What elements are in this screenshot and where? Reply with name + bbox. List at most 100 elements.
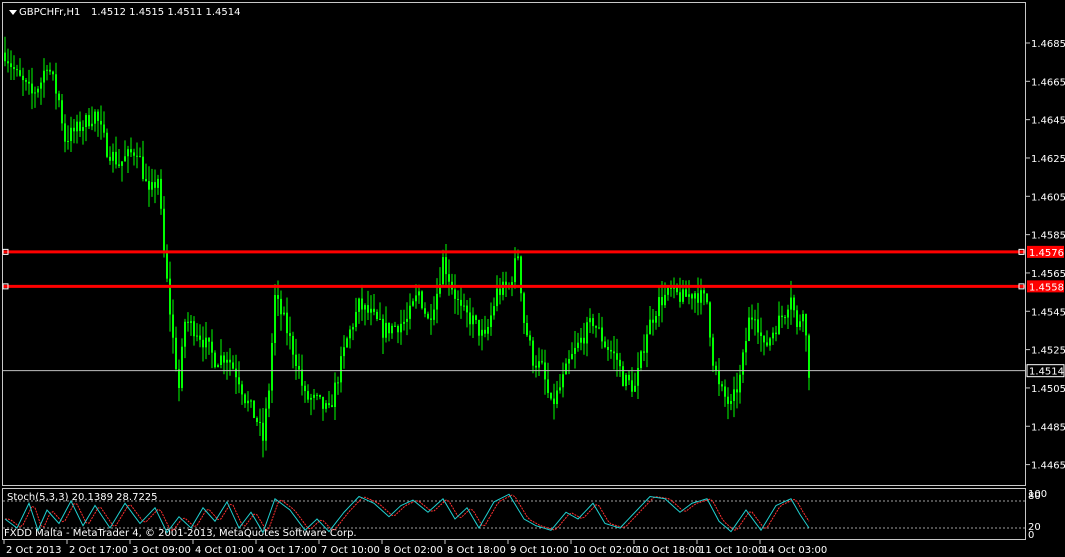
candle-body: [634, 385, 636, 392]
candle-body: [247, 400, 249, 404]
level-price-label: 1.4558: [1029, 282, 1064, 293]
candle-body: [364, 305, 366, 310]
candle-body: [616, 353, 618, 360]
candle-body: [241, 384, 243, 395]
candle-body: [268, 390, 270, 409]
candle-body: [559, 387, 561, 391]
candle-body: [514, 258, 516, 283]
candle-body: [484, 329, 486, 334]
candle-body: [712, 337, 714, 366]
candle-body: [157, 178, 159, 188]
candle-body: [418, 291, 420, 296]
time-axis-label: 7 Oct 10:00: [321, 545, 380, 556]
candle-body: [790, 297, 792, 310]
candle-body: [748, 317, 750, 342]
candle-body: [805, 314, 807, 336]
candle-body: [334, 382, 336, 407]
candle-body: [361, 298, 363, 310]
candle-body: [460, 299, 462, 306]
time-axis-label: 2 Oct 17:00: [69, 545, 128, 556]
candle-body: [70, 127, 72, 142]
price-axis-label: 1.4665: [1031, 77, 1065, 88]
time-axis-label: 2 Oct 2013: [6, 545, 61, 556]
candle-body: [763, 336, 765, 343]
candle-body: [649, 319, 651, 335]
candle-body: [643, 351, 645, 353]
candle-body: [568, 358, 570, 364]
candle-body: [301, 369, 303, 386]
price-axis-label: 1.4565: [1031, 269, 1065, 280]
candle-body: [796, 310, 798, 327]
candle-body: [703, 290, 705, 294]
candle-body: [139, 156, 141, 158]
candle-body: [16, 69, 18, 71]
candle-body: [772, 332, 774, 339]
candle-body: [103, 124, 105, 133]
candle-body: [409, 305, 411, 319]
candle-body: [610, 349, 612, 352]
candle-body: [94, 111, 96, 124]
candle-body: [727, 396, 729, 404]
candle-body: [130, 149, 132, 153]
stoch-axis-label: 0: [1028, 530, 1034, 541]
candle-body: [73, 127, 75, 132]
candle-body: [325, 403, 327, 409]
candle-body: [370, 308, 372, 313]
candle-body: [304, 385, 306, 392]
candle-body: [343, 347, 345, 357]
time-axis-label: 10 Oct 02:00: [573, 545, 638, 556]
candle-body: [127, 149, 129, 157]
candle-body: [58, 93, 60, 101]
time-axis-label: 10 Oct 18:00: [636, 545, 701, 556]
candle-body: [667, 287, 669, 295]
candle-body: [43, 70, 45, 83]
candle-body: [355, 311, 357, 328]
candle-body: [106, 132, 108, 157]
candle-body: [115, 151, 117, 165]
candle-body: [253, 400, 255, 418]
time-axis-label: 4 Oct 01:00: [195, 545, 254, 556]
stoch-axis-label: 80: [1028, 491, 1041, 502]
candle-body: [487, 326, 489, 334]
candle-body: [97, 111, 99, 121]
candle-body: [391, 325, 393, 334]
candle-body: [307, 391, 309, 400]
candle-body: [235, 368, 237, 378]
candle-body: [724, 386, 726, 397]
candle-body: [571, 353, 573, 359]
candle-body: [190, 321, 192, 323]
time-axis-label: 4 Oct 17:00: [258, 545, 317, 556]
candle-body: [550, 392, 552, 399]
candle-body: [718, 370, 720, 385]
candle-body: [193, 321, 195, 337]
candle-body: [199, 335, 201, 340]
price-axis-label: 1.4485: [1031, 422, 1065, 433]
price-axis-label: 1.4505: [1031, 384, 1065, 395]
candle-body: [421, 291, 423, 309]
candle-body: [184, 321, 186, 347]
candle-body: [40, 82, 42, 89]
candle-body: [289, 333, 291, 336]
candle-body: [517, 256, 519, 259]
candle-body: [715, 365, 717, 371]
candle-body: [529, 335, 531, 341]
candle-body: [553, 398, 555, 405]
candle-body: [583, 337, 585, 344]
candle-body: [136, 155, 138, 157]
candle-body: [79, 121, 81, 131]
candle-body: [775, 332, 777, 335]
candle-body: [628, 374, 630, 381]
candle-body: [751, 317, 753, 320]
price-axis-label: 1.4545: [1031, 307, 1065, 318]
candle-body: [373, 308, 375, 312]
candle-body: [55, 74, 57, 94]
candle-body: [367, 305, 369, 313]
candle-body: [280, 298, 282, 315]
candle-body: [385, 322, 387, 338]
price-axis-label: 1.4625: [1031, 154, 1065, 165]
stoch-main-line: [4, 493, 810, 534]
candle-body: [166, 251, 168, 279]
candle-body: [526, 323, 528, 336]
candle-body: [85, 115, 87, 128]
candle-body: [685, 289, 687, 297]
